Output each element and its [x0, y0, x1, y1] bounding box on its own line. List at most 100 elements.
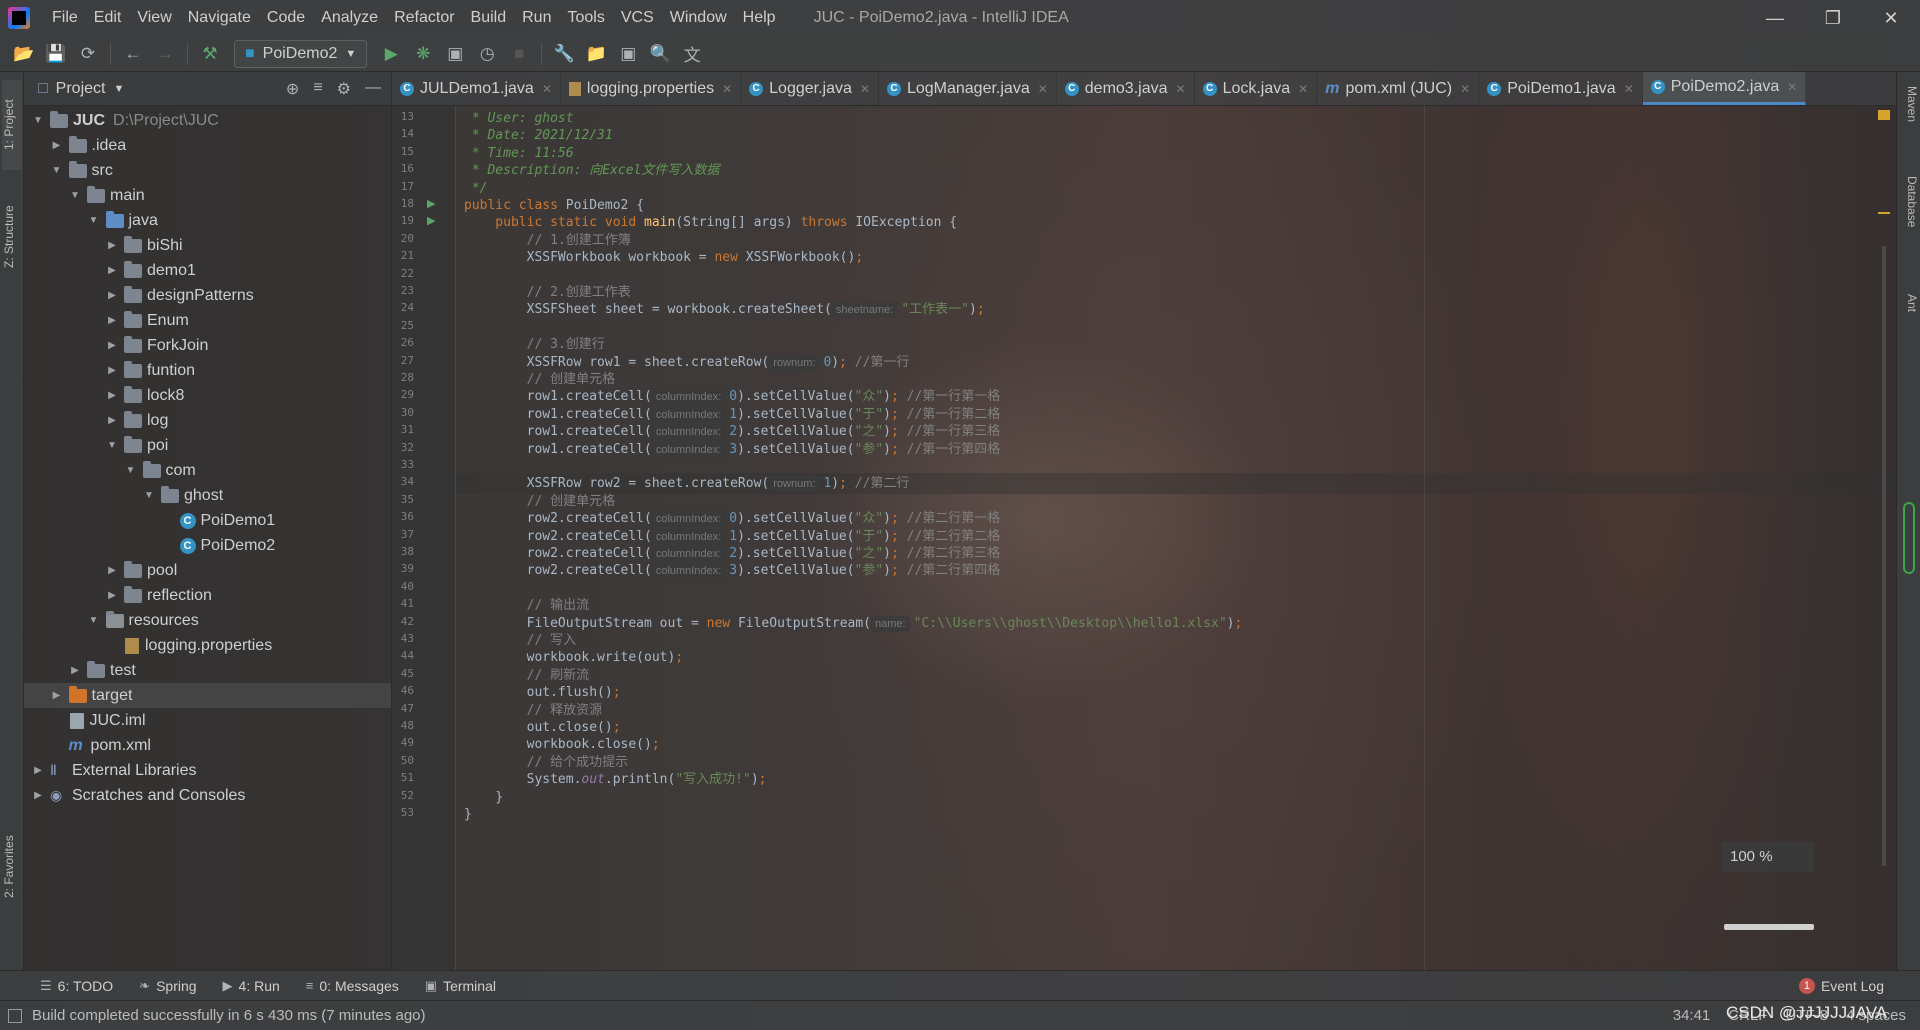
- expand-arrow-right-icon[interactable]: ▶: [104, 565, 120, 576]
- run-configuration-select[interactable]: ■ PoiDemo2 ▼: [234, 39, 368, 68]
- code-line[interactable]: * Description: 向Excel文件写入数据: [464, 160, 720, 181]
- editor-tab[interactable]: C Lock.java ✕: [1195, 72, 1318, 105]
- tree-item[interactable]: ▶ demo1: [24, 258, 391, 283]
- expand-arrow-down-icon[interactable]: ▼: [30, 115, 46, 126]
- line-number[interactable]: 27: [392, 354, 414, 367]
- back-icon[interactable]: ←: [120, 41, 146, 67]
- editor-gutter[interactable]: 13 14 15 16 17 18 ▶ 19 ▶ 20 21 22 23 24 25 26 27 28 29 30 31…: [392, 106, 456, 970]
- expand-arrow-right-icon[interactable]: ▶: [67, 665, 83, 676]
- tree-item[interactable]: C PoiDemo1: [24, 508, 391, 533]
- line-number[interactable]: 14: [392, 127, 414, 140]
- sync-icon[interactable]: ⟳: [75, 41, 101, 67]
- expand-arrow-right-icon[interactable]: ▶: [104, 365, 120, 376]
- tree-item[interactable]: ▶ test: [24, 658, 391, 683]
- line-number[interactable]: 30: [392, 406, 414, 419]
- line-number[interactable]: 42: [392, 615, 414, 628]
- editor-tab[interactable]: C PoiDemo1.java ✕: [1479, 72, 1643, 105]
- menu-build[interactable]: Build: [463, 9, 515, 27]
- code-line[interactable]: System.out.println("写入成功!");: [464, 769, 767, 790]
- code-line[interactable]: row2.createCell(columnIndex: 3).setCellVa…: [464, 560, 1000, 581]
- line-number[interactable]: 21: [392, 249, 414, 262]
- expand-arrow-down-icon[interactable]: ▼: [123, 465, 139, 476]
- line-number[interactable]: 23: [392, 284, 414, 297]
- expand-arrow-right-icon[interactable]: ▶: [104, 315, 120, 326]
- menu-view[interactable]: View: [129, 9, 179, 27]
- line-number[interactable]: 24: [392, 301, 414, 314]
- expand-arrow-right-icon[interactable]: ▶: [104, 340, 120, 351]
- expand-arrow-down-icon[interactable]: ▼: [141, 490, 157, 501]
- expand-arrow-down-icon[interactable]: ▼: [49, 165, 65, 176]
- menu-navigate[interactable]: Navigate: [180, 9, 259, 27]
- tree-item[interactable]: ▶ Enum: [24, 308, 391, 333]
- line-number[interactable]: 38: [392, 545, 414, 558]
- line-number[interactable]: 50: [392, 754, 414, 767]
- line-number[interactable]: 47: [392, 702, 414, 715]
- gear-icon[interactable]: ⚙: [337, 79, 351, 99]
- tree-item[interactable]: m pom.xml: [24, 733, 391, 758]
- close-tab-icon[interactable]: ✕: [722, 82, 732, 96]
- chevron-down-icon[interactable]: ▼: [113, 83, 124, 95]
- tree-item[interactable]: ▼ JUC D:\Project\JUC: [24, 108, 391, 133]
- tree-item[interactable]: ▼ ghost: [24, 483, 391, 508]
- line-number[interactable]: 29: [392, 388, 414, 401]
- close-tab-icon[interactable]: ✕: [1624, 82, 1634, 96]
- restore-icon[interactable]: ❐: [1804, 8, 1862, 29]
- run-gutter-icon[interactable]: ▶: [427, 214, 435, 227]
- close-tab-icon[interactable]: ✕: [1460, 82, 1470, 96]
- line-number[interactable]: 34: [392, 475, 414, 488]
- locate-icon[interactable]: ⊕: [286, 79, 299, 99]
- close-tab-icon[interactable]: ✕: [542, 82, 552, 96]
- expand-arrow-down-icon[interactable]: ▼: [67, 190, 83, 201]
- warning-marker[interactable]: [1878, 110, 1890, 120]
- tree-item[interactable]: ▶ Ⅱ External Libraries: [24, 758, 391, 783]
- editor-tab[interactable]: C Logger.java ✕: [741, 72, 879, 105]
- expand-arrow-right-icon[interactable]: ▶: [104, 390, 120, 401]
- line-number[interactable]: 46: [392, 684, 414, 697]
- tree-item[interactable]: logging.properties: [24, 633, 391, 658]
- line-number[interactable]: 26: [392, 336, 414, 349]
- line-number[interactable]: 17: [392, 180, 414, 193]
- layout-icon[interactable]: ▣: [615, 41, 641, 67]
- line-number[interactable]: 35: [392, 493, 414, 506]
- close-tab-icon[interactable]: ✕: [1038, 82, 1048, 96]
- line-number[interactable]: 32: [392, 441, 414, 454]
- menu-window[interactable]: Window: [662, 9, 735, 27]
- line-number[interactable]: 40: [392, 580, 414, 593]
- line-number[interactable]: 18: [392, 197, 414, 210]
- tab-ant-tool[interactable]: Ant: [1899, 294, 1919, 312]
- expand-arrow-right-icon[interactable]: ▶: [30, 765, 46, 776]
- project-panel-title[interactable]: Project: [56, 80, 106, 98]
- tree-item[interactable]: C PoiDemo2: [24, 533, 391, 558]
- code-editor[interactable]: 13 14 15 16 17 18 ▶ 19 ▶ 20 21 22 23 24 25 26 27 28 29 30 31…: [392, 106, 1896, 970]
- code-line[interactable]: }: [464, 804, 472, 825]
- expand-arrow-right-icon[interactable]: ▶: [30, 790, 46, 801]
- tree-item[interactable]: ▶ pool: [24, 558, 391, 583]
- tree-item[interactable]: ▶ ForkJoin: [24, 333, 391, 358]
- expand-arrow-down-icon[interactable]: ▼: [86, 215, 102, 226]
- expand-arrow-right-icon[interactable]: ▶: [104, 590, 120, 601]
- line-number[interactable]: 33: [392, 458, 414, 471]
- editor-tab[interactable]: m pom.xml (JUC) ✕: [1317, 72, 1480, 105]
- code-line[interactable]: XSSFWorkbook workbook = new XSSFWorkbook…: [464, 247, 864, 268]
- expand-arrow-right-icon[interactable]: ▶: [104, 415, 120, 426]
- caret-position[interactable]: 34:41: [1673, 1007, 1711, 1024]
- close-tab-icon[interactable]: ✕: [1298, 82, 1308, 96]
- expand-arrow-right-icon[interactable]: ▶: [104, 240, 120, 251]
- close-tab-icon[interactable]: ✕: [860, 82, 870, 96]
- minimize-icon[interactable]: —: [1746, 8, 1804, 29]
- tree-item[interactable]: ▶ biShi: [24, 233, 391, 258]
- menu-help[interactable]: Help: [735, 9, 784, 27]
- line-number[interactable]: 52: [392, 789, 414, 802]
- tree-item[interactable]: ▶ funtion: [24, 358, 391, 383]
- line-number[interactable]: 43: [392, 632, 414, 645]
- tree-item[interactable]: ▶ log: [24, 408, 391, 433]
- tree-item[interactable]: ▶ target: [24, 683, 391, 708]
- bottom-tool-spring[interactable]: ❧ Spring: [139, 978, 196, 994]
- tree-item[interactable]: ▼ poi: [24, 433, 391, 458]
- line-number[interactable]: 28: [392, 371, 414, 384]
- tree-item[interactable]: ▶ reflection: [24, 583, 391, 608]
- menu-file[interactable]: File: [44, 9, 86, 27]
- search-icon[interactable]: 🔍: [647, 41, 673, 67]
- save-all-icon[interactable]: 💾: [43, 41, 69, 67]
- tree-item[interactable]: ▼ resources: [24, 608, 391, 633]
